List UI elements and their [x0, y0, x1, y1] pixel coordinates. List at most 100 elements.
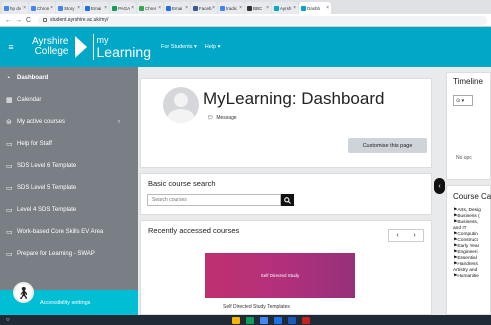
sidebar-item-icon: ▭ — [6, 251, 13, 258]
browser-tab[interactable]: tradic × — [218, 2, 244, 14]
avatar-body — [167, 109, 195, 123]
sidebar-item[interactable]: ▭ Work-based Core Skills EV Area — [0, 221, 138, 243]
course-category-label: Computin — [457, 232, 478, 237]
sidebar-item[interactable]: ▭ SDS Level 5 Template — [0, 177, 138, 199]
nav-for-students[interactable]: For Students ▾ — [161, 44, 197, 50]
browser-tab[interactable]: Emai × — [164, 2, 190, 14]
tab-close-icon[interactable]: × — [23, 5, 26, 11]
browser-tab[interactable]: hp dv × — [2, 2, 28, 14]
browser-tab-strip: hp dv × Chron × Story × Emai × PAGA × Chrer × Emai × F… — [0, 0, 491, 14]
sidebar-item-icon: ◔ — [6, 74, 11, 82]
tab-favicon-icon — [31, 5, 36, 11]
site-logo[interactable]: Ayrshire College my Learning — [22, 27, 151, 67]
browser-tab[interactable]: Chron × — [29, 2, 55, 14]
sidebar-item[interactable]: ▭ Help for Staff — [0, 133, 138, 155]
logo-line2: College — [34, 46, 69, 57]
tab-close-icon[interactable]: × — [326, 5, 329, 11]
course-search-card: Basic course search Search courses — [140, 173, 432, 215]
tab-favicon-icon — [247, 5, 252, 11]
accessibility-label: Accessibility settings — [40, 299, 91, 306]
taskbar-search-icon[interactable]: ○ — [6, 317, 10, 323]
dashboard-header-card: MyLearning: Dashboard 💬︎ Message Customi… — [140, 78, 432, 168]
course-image[interactable]: Self Directed Study — [205, 253, 355, 298]
url-field[interactable]: student.ayrshire.ac.uk/my/ — [38, 15, 487, 25]
browser-tab[interactable]: Ayrsh × — [272, 2, 298, 14]
logo-chevron-icon — [74, 36, 87, 58]
sidebar-item[interactable]: ▭ SDS Level 6 Template — [0, 155, 138, 177]
tab-label: PAGA — [118, 5, 131, 11]
next-button[interactable]: › — [413, 232, 415, 239]
tab-favicon-icon — [220, 5, 225, 11]
tab-label: Emai — [172, 5, 183, 11]
taskbar: ○ — [0, 315, 491, 325]
tab-close-icon[interactable]: × — [77, 5, 80, 11]
tab-close-icon[interactable]: × — [239, 5, 242, 11]
tab-close-icon[interactable]: × — [50, 5, 53, 11]
page-title: MyLearning: Dashboard — [203, 89, 385, 108]
tab-close-icon[interactable]: × — [104, 5, 107, 11]
course-categories-heading: Course Ca — [453, 192, 491, 201]
prev-button[interactable]: ‹ — [396, 232, 398, 239]
tab-favicon-icon — [4, 5, 9, 11]
nav-help[interactable]: Help ▾ — [205, 44, 221, 50]
timeline-filter-select[interactable]: ⊙ ▾ — [453, 95, 473, 106]
tab-close-icon[interactable]: × — [158, 5, 161, 11]
course-category-label: Business, — [457, 220, 479, 225]
timeline-empty: No upc — [456, 155, 472, 161]
course-name[interactable]: Self Directed Study Templates — [223, 304, 290, 310]
sidebar-item[interactable]: ▭ Level 4 SDS Template — [0, 199, 138, 221]
message-link[interactable]: 💬︎ Message — [207, 115, 237, 121]
course-category-label: Essential — [457, 256, 477, 261]
course-category-label: Artistry and — [453, 268, 478, 273]
recent-courses-card: Recently accessed courses ‹ › Self Direc… — [140, 220, 432, 315]
sidebar-item-label: Prepare for Learning - SWAP — [17, 251, 95, 257]
search-input[interactable]: Search courses — [147, 194, 281, 206]
browser-tab[interactable]: PAGA × — [110, 2, 136, 14]
back-icon[interactable]: ← — [4, 17, 13, 24]
drawer-toggle-icon[interactable]: ‹ — [434, 178, 445, 194]
message-icon: 💬︎ — [207, 115, 214, 121]
tab-label: hp dv — [10, 5, 22, 11]
lock-icon — [43, 18, 47, 22]
sidebar-item-icon: ▭ — [6, 207, 13, 214]
browser-tab[interactable]: Faceb × — [191, 2, 217, 14]
taskbar-app-icon[interactable] — [287, 316, 296, 324]
logo-mylearning: my Learning — [97, 35, 152, 59]
taskbar-app-icon[interactable] — [273, 316, 282, 324]
sidebar-item[interactable]: ⊜ My active courses ‹ — [0, 111, 138, 133]
forward-icon[interactable]: → — [14, 17, 23, 24]
browser-tab[interactable]: Dashb × — [299, 2, 331, 14]
browser-tab[interactable]: BBC × — [245, 2, 271, 14]
browser-tab[interactable]: Emai × — [83, 2, 109, 14]
sidebar-item[interactable]: ▭ Prepare for Learning - SWAP — [0, 243, 138, 265]
search-button[interactable] — [281, 194, 294, 206]
chevron-icon[interactable]: ‹ — [118, 119, 120, 125]
tab-close-icon[interactable]: × — [131, 5, 134, 11]
tab-favicon-icon — [301, 5, 306, 11]
menu-icon[interactable]: ≡ — [0, 42, 22, 52]
taskbar-app-icon[interactable] — [231, 316, 240, 324]
tab-favicon-icon — [193, 5, 198, 11]
course-category-label: Business ( — [457, 214, 480, 219]
tab-favicon-icon — [166, 5, 171, 11]
tab-close-icon[interactable]: × — [185, 5, 188, 11]
browser-tab[interactable]: Chrer × — [137, 2, 163, 14]
sidebar-item[interactable]: ◔ Dashboard — [0, 67, 138, 89]
customise-page-button[interactable]: Customise this page — [348, 138, 427, 153]
accessibility-icon[interactable]: 🚶︎ — [13, 282, 34, 303]
timeline-block: Timeline ⊙ ▾ No upc — [446, 72, 491, 180]
tab-close-icon[interactable]: × — [293, 5, 296, 11]
tab-close-icon[interactable]: × — [266, 5, 269, 11]
course-category-link[interactable]: ⚑Humanitie — [453, 274, 481, 280]
tab-label: BBC — [253, 5, 263, 11]
reload-icon[interactable]: C — [24, 17, 33, 24]
taskbar-app-icon[interactable] — [259, 316, 268, 324]
sidebar-item[interactable]: ▦ Calendar — [0, 89, 138, 111]
course-category-label: Construct — [457, 238, 478, 243]
taskbar-app-icon[interactable] — [245, 316, 254, 324]
sidebar: ◔ Dashboard ▦ Calendar ⊜ My active courses ‹ ▭ H… — [0, 67, 138, 315]
tab-close-icon[interactable]: × — [212, 5, 215, 11]
taskbar-app-icon[interactable] — [301, 316, 310, 324]
browser-tab[interactable]: Story × — [56, 2, 82, 14]
taskbar-apps — [231, 316, 310, 324]
